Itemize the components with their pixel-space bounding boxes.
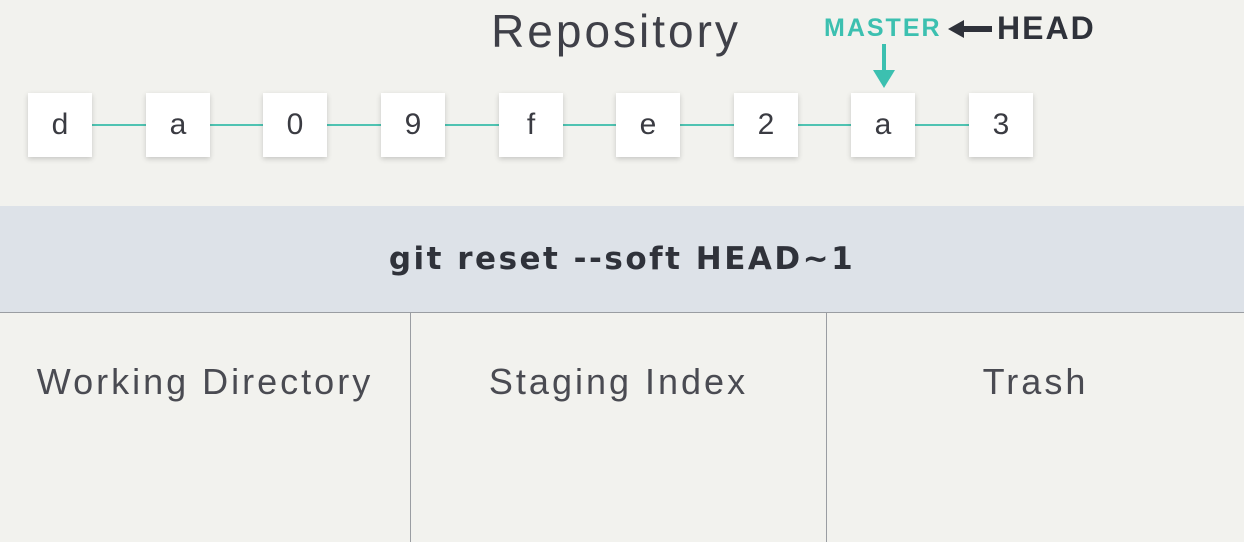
master-branch-label: MASTER bbox=[824, 14, 942, 42]
trash-area: Trash bbox=[827, 313, 1244, 542]
working-directory-area: Working Directory bbox=[0, 313, 410, 542]
commit-node: 9 bbox=[381, 93, 445, 157]
commit-node: a bbox=[146, 93, 210, 157]
git-command: git reset --soft HEAD~1 bbox=[388, 241, 856, 277]
commit-node: 3 bbox=[969, 93, 1033, 157]
area-title: Trash bbox=[982, 361, 1089, 402]
head-pointer-label: HEAD bbox=[997, 10, 1096, 46]
left-arrow-icon bbox=[948, 20, 992, 38]
commit-node: 0 bbox=[263, 93, 327, 157]
down-arrow-icon bbox=[873, 44, 895, 88]
commit-node: e bbox=[616, 93, 680, 157]
command-bar: git reset --soft HEAD~1 bbox=[0, 206, 1244, 313]
area-title: Staging Index bbox=[488, 361, 749, 402]
commit-node: f bbox=[499, 93, 563, 157]
area-title: Working Directory bbox=[36, 361, 374, 402]
commit-node: 2 bbox=[734, 93, 798, 157]
commit-node-master: a bbox=[851, 93, 915, 157]
staging-index-area: Staging Index bbox=[411, 313, 826, 542]
commit-node: d bbox=[28, 93, 92, 157]
